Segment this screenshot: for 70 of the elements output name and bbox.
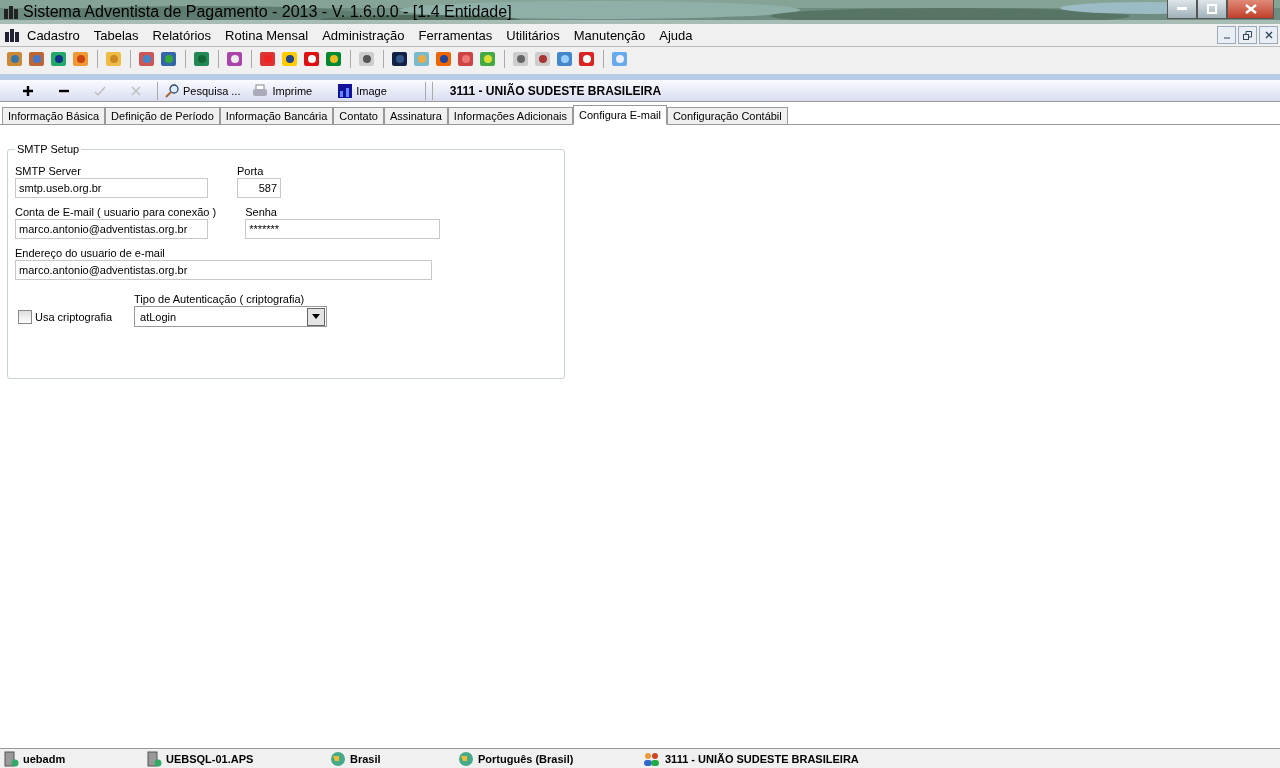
group-title: SMTP Setup (16, 143, 81, 155)
globe-icon (330, 750, 346, 767)
field-label: SMTP Server (15, 165, 82, 177)
checkmark-icon (94, 85, 106, 96)
tab[interactable]: Informação Bancária (219, 107, 334, 124)
toolbar-icon[interactable] (193, 49, 211, 68)
plus-icon (23, 85, 33, 96)
printer-icon (252, 83, 269, 98)
input-field[interactable]: smtp.useb.org.br (15, 178, 208, 198)
menu-item[interactable]: Administração (315, 27, 412, 43)
field-label: Senha (245, 206, 278, 218)
search-icon (165, 83, 179, 98)
status-text: UEBSQL-01.APS (166, 752, 254, 765)
menu-item[interactable]: Utilitários (499, 27, 567, 43)
tab[interactable]: Configuração Contábil (666, 107, 788, 124)
users-icon (643, 750, 661, 767)
status-text: Brasil (350, 752, 381, 765)
minus-icon (59, 88, 69, 93)
checkbox[interactable] (18, 310, 32, 324)
tab[interactable]: Definição de Período (105, 107, 220, 124)
field-label: Endereço do usuario de e-mail (15, 247, 166, 259)
menu-item[interactable]: Rotina Mensal (218, 27, 316, 43)
menu-item[interactable]: Ferramentas (411, 27, 500, 43)
dropdown[interactable]: atLogin (134, 306, 328, 327)
minimize-button[interactable] (1167, 0, 1197, 19)
print-button[interactable]: Imprime (248, 81, 321, 100)
tab[interactable]: Informações Adicionais (447, 107, 573, 124)
menu-item[interactable]: Ajuda (652, 27, 700, 43)
app-icon (3, 4, 19, 20)
close-button[interactable] (1259, 26, 1278, 44)
toolbar-icon[interactable] (391, 49, 409, 68)
restore-icon (1243, 30, 1252, 40)
input-field[interactable]: marco.antonio@adventistas.org.br (15, 260, 432, 280)
toolbar-icon[interactable] (50, 49, 68, 68)
close-icon (1264, 31, 1273, 39)
toolbar-icon[interactable] (358, 49, 376, 68)
checkbox-label: Usa criptografia (35, 311, 113, 323)
globe-icon (458, 750, 474, 767)
search-button[interactable]: Pesquisa ... (161, 81, 249, 100)
field-label: Porta (237, 165, 265, 177)
password-field[interactable]: ******* (245, 219, 441, 239)
close-button[interactable] (1227, 0, 1274, 19)
tab[interactable]: Configura E-mail (573, 105, 667, 125)
toolbar-icon[interactable] (435, 49, 453, 68)
app-icon (4, 27, 20, 43)
caret-icon (312, 314, 321, 319)
close-icon (1244, 4, 1257, 14)
tab[interactable]: Informação Básica (2, 107, 106, 124)
field-label: Tipo de Autenticação ( criptografia) (134, 293, 306, 305)
window-title: Sistema Adventista de Pagamento - 2013 - V. 1.6.0.0 - [1.4 Entidade] (23, 3, 512, 21)
entity-name: 3111 - UNIÃO SUDESTE BRASILEIRA (449, 83, 662, 98)
input-field[interactable]: marco.antonio@adventistas.org.br (15, 219, 208, 239)
status-text: Português (Brasil) (478, 752, 574, 765)
image-icon (338, 83, 353, 98)
menu-item[interactable]: Relatórios (145, 27, 219, 43)
restore-button[interactable] (1238, 26, 1257, 44)
menu-item[interactable]: Tabelas (86, 27, 146, 43)
image-button[interactable]: Image (334, 81, 395, 100)
close-icon (131, 85, 141, 96)
field-label: Conta de E-mail ( usuario para conexão ) (15, 206, 217, 218)
restore-button[interactable] (1197, 0, 1227, 19)
restore-icon (1207, 4, 1217, 14)
input-field[interactable]: 587 (237, 178, 281, 198)
menu-item[interactable]: Manutenção (566, 27, 653, 43)
toolbar-icon[interactable] (281, 49, 299, 68)
tab[interactable]: Contato (333, 107, 384, 124)
tab[interactable]: Assinatura (383, 107, 448, 124)
status-text: 3111 - UNIÃO SUDESTE BRASILEIRA (665, 752, 859, 765)
status-text: uebadm (23, 752, 66, 765)
menu-item[interactable]: Cadastro (20, 27, 87, 43)
